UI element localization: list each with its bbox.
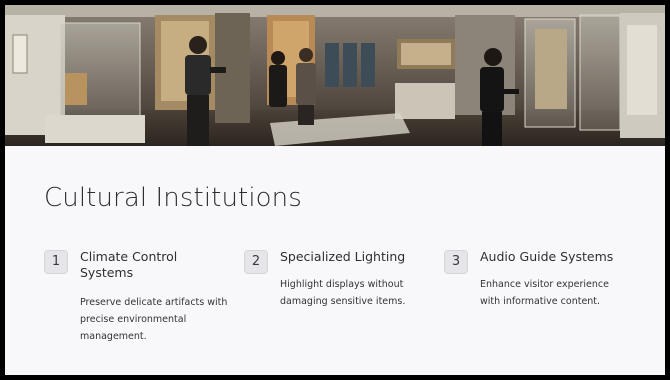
step-number-badge: 2 (244, 250, 268, 274)
feature-description: Enhance visitor experience with informat… (480, 279, 609, 307)
step-number-badge: 1 (44, 250, 68, 274)
feature-title: Specialized Lighting (280, 249, 406, 264)
feature-description: Highlight displays without damaging sens… (280, 279, 406, 307)
feature-title: Audio Guide Systems (480, 249, 614, 264)
museum-gallery-photo (5, 5, 665, 146)
page-title: Cultural Institutions (44, 183, 302, 213)
step-number-badge: 3 (444, 250, 468, 274)
feature-title: Climate Control Systems (80, 249, 178, 280)
slide: Cultural Institutions 1 Climate Control … (5, 5, 665, 375)
feature-description: Preserve delicate artifacts with precise… (80, 297, 228, 342)
